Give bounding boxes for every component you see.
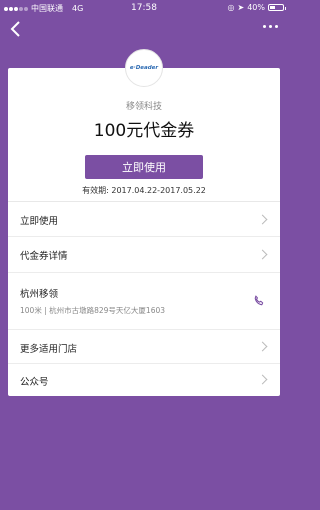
use-now-button[interactable]: 立即使用 xyxy=(85,155,203,179)
battery-icon xyxy=(268,4,286,11)
row-details-label: 代金券详情 xyxy=(20,251,68,262)
coupon-title: 100元代金券 xyxy=(93,121,195,141)
store-name: 杭州移领 xyxy=(20,289,59,300)
alarm-icon: ◎ xyxy=(227,3,235,12)
logo-text: e·Deader xyxy=(129,65,159,71)
validity-period: 有效期: 2017.04.22-2017.05.22 xyxy=(8,185,280,196)
status-right: ◎ ➤ 40% xyxy=(227,3,286,12)
battery-percent: 40% xyxy=(247,3,265,12)
row-use-now-label: 立即使用 xyxy=(20,216,59,227)
location-icon: ➤ xyxy=(237,3,245,12)
more-options-icon[interactable] xyxy=(263,25,278,28)
row-store[interactable]: 杭州移领 100米 | 杭州市古墩路829号天亿大厦1603 xyxy=(8,273,280,330)
row-official-account[interactable]: 公众号 xyxy=(8,364,280,396)
official-account-label: 公众号 xyxy=(20,377,49,388)
chevron-right-icon xyxy=(257,214,268,225)
back-icon[interactable] xyxy=(9,20,23,38)
merchant-name: 移领科技 xyxy=(125,102,162,112)
more-stores-label: 更多适用门店 xyxy=(20,344,78,355)
chevron-right-icon xyxy=(257,249,268,260)
coupon-card: e·Deader 移领科技 100元代金券 立即使用 有效期: 2017.04.… xyxy=(8,49,280,396)
validity-value: 2017.04.22-2017.05.22 xyxy=(111,186,206,195)
validity-label: 有效期: xyxy=(82,186,109,195)
row-more-stores[interactable]: 更多适用门店 xyxy=(8,330,280,364)
phone-icon[interactable] xyxy=(252,294,266,308)
store-address: 100米 | 杭州市古墩路829号天亿大厦1603 xyxy=(20,306,166,315)
merchant-logo: e·Deader xyxy=(125,49,163,87)
row-coupon-details[interactable]: 代金券详情 xyxy=(8,237,280,273)
chevron-right-icon xyxy=(257,341,268,352)
status-bar: 中国联通 4G 17:58 ◎ ➤ 40% xyxy=(0,0,288,16)
row-use-now[interactable]: 立即使用 xyxy=(8,202,280,237)
chevron-right-icon xyxy=(257,374,268,385)
